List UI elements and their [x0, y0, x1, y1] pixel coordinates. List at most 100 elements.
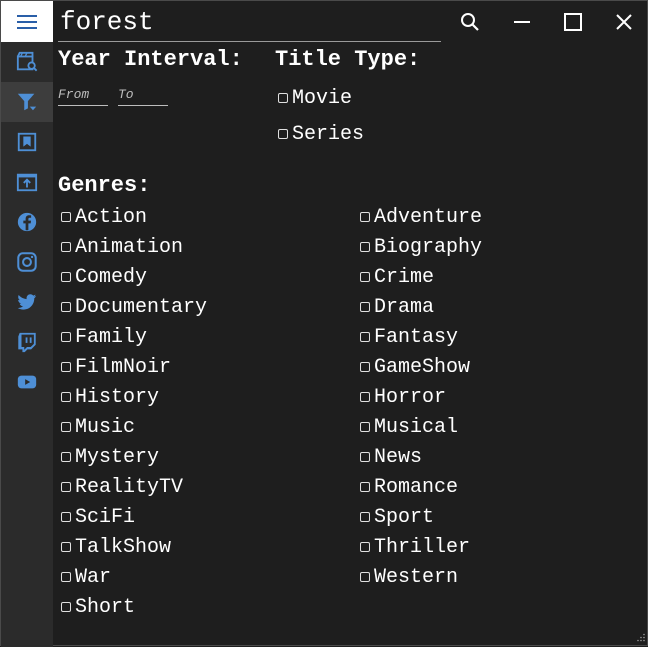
- sidebar-item-instagram[interactable]: [1, 242, 53, 282]
- title-type-label: Title Type:: [275, 47, 421, 72]
- year-from-field: [58, 85, 108, 106]
- genre-label: History: [75, 385, 160, 409]
- checkbox[interactable]: [360, 362, 370, 372]
- checkbox[interactable]: [61, 392, 71, 402]
- genre-checkbox-item[interactable]: FilmNoir: [61, 355, 171, 379]
- genre-checkbox-item[interactable]: Music: [61, 415, 135, 439]
- genre-checkbox-item[interactable]: TalkShow: [61, 535, 171, 559]
- genre-checkbox-item[interactable]: Action: [61, 205, 147, 229]
- instagram-icon: [17, 252, 37, 272]
- genre-label: Crime: [374, 265, 435, 289]
- genre-label: Animation: [75, 235, 184, 259]
- genre-checkbox-item[interactable]: Mystery: [61, 445, 159, 469]
- genre-checkbox-item[interactable]: Drama: [360, 295, 434, 319]
- title-type-series[interactable]: Series: [278, 122, 364, 146]
- checkbox[interactable]: [61, 482, 71, 492]
- minimize-button[interactable]: [504, 5, 540, 39]
- checkbox[interactable]: [61, 542, 71, 552]
- genre-label: Horror: [374, 385, 447, 409]
- sidebar-item-bookmarks[interactable]: [1, 122, 53, 162]
- resize-grip-icon[interactable]: [635, 633, 645, 643]
- export-icon: [16, 173, 38, 192]
- genre-checkbox-item[interactable]: Thriller: [360, 535, 470, 559]
- sidebar-item-twitch[interactable]: [1, 322, 53, 362]
- app-window: Year Interval: Title Type: Movie Series …: [0, 0, 648, 647]
- genre-checkbox-item[interactable]: Biography: [360, 235, 482, 259]
- genre-checkbox-item[interactable]: Fantasy: [360, 325, 458, 349]
- genre-label: SciFi: [75, 505, 136, 529]
- genre-checkbox-item[interactable]: Adventure: [360, 205, 482, 229]
- maximize-button[interactable]: [555, 5, 591, 39]
- genre-label: Musical: [374, 415, 459, 439]
- sidebar-item-facebook[interactable]: [1, 202, 53, 242]
- sidebar-item-export[interactable]: [1, 162, 53, 202]
- genre-checkbox-item[interactable]: RealityTV: [61, 475, 183, 499]
- genre-label: Biography: [374, 235, 483, 259]
- year-to-input[interactable]: [118, 85, 168, 104]
- search-input[interactable]: [58, 5, 442, 39]
- checkbox[interactable]: [360, 482, 370, 492]
- genre-checkbox-item[interactable]: Short: [61, 595, 135, 619]
- genre-label: News: [374, 445, 423, 469]
- checkbox[interactable]: [360, 512, 370, 522]
- genre-checkbox-item[interactable]: Romance: [360, 475, 458, 499]
- checkbox[interactable]: [278, 129, 288, 139]
- checkbox[interactable]: [61, 302, 71, 312]
- genre-label: Sport: [374, 505, 435, 529]
- checkbox[interactable]: [360, 392, 370, 402]
- checkbox[interactable]: [360, 272, 370, 282]
- genre-checkbox-item[interactable]: Family: [61, 325, 147, 349]
- checkbox[interactable]: [61, 362, 71, 372]
- genre-checkbox-item[interactable]: News: [360, 445, 422, 469]
- checkbox[interactable]: [61, 452, 71, 462]
- genre-checkbox-item[interactable]: Animation: [61, 235, 183, 259]
- genre-checkbox-item[interactable]: Horror: [360, 385, 446, 409]
- sidebar-item-twitter[interactable]: [1, 282, 53, 322]
- checkbox[interactable]: [360, 242, 370, 252]
- checkbox[interactable]: [61, 272, 71, 282]
- genre-checkbox-item[interactable]: History: [61, 385, 159, 409]
- checkbox[interactable]: [360, 332, 370, 342]
- checkbox[interactable]: [360, 452, 370, 462]
- checkbox[interactable]: [360, 542, 370, 552]
- title-type-movie[interactable]: Movie: [278, 86, 352, 110]
- search-icon: [461, 13, 479, 31]
- year-interval-label: Year Interval:: [58, 47, 243, 72]
- genre-checkbox-item[interactable]: Musical: [360, 415, 458, 439]
- genre-checkbox-item[interactable]: GameShow: [360, 355, 470, 379]
- genre-label: Music: [75, 415, 136, 439]
- genre-checkbox-item[interactable]: Western: [360, 565, 458, 589]
- genre-label: Family: [75, 325, 148, 349]
- checkbox[interactable]: [61, 242, 71, 252]
- checkbox[interactable]: [360, 302, 370, 312]
- close-button[interactable]: [606, 5, 642, 39]
- genre-label: Comedy: [75, 265, 148, 289]
- genre-checkbox-item[interactable]: War: [61, 565, 111, 589]
- checkbox[interactable]: [61, 212, 71, 222]
- checkbox[interactable]: [61, 602, 71, 612]
- bookmark-icon: [17, 132, 37, 152]
- year-from-input[interactable]: [58, 85, 108, 104]
- sidebar-item-youtube[interactable]: [1, 362, 53, 402]
- genre-checkbox-item[interactable]: SciFi: [61, 505, 135, 529]
- genre-label: FilmNoir: [75, 355, 172, 379]
- genre-checkbox-item[interactable]: Documentary: [61, 295, 207, 319]
- search-button[interactable]: [452, 5, 488, 39]
- genre-label: Fantasy: [374, 325, 459, 349]
- genre-checkbox-item[interactable]: Crime: [360, 265, 434, 289]
- checkbox[interactable]: [61, 572, 71, 582]
- sidebar-item-movie-search[interactable]: [1, 42, 53, 82]
- genre-label: Drama: [374, 295, 435, 319]
- maximize-icon: [564, 13, 582, 31]
- checkbox[interactable]: [61, 332, 71, 342]
- checkbox[interactable]: [360, 572, 370, 582]
- checkbox[interactable]: [278, 93, 288, 103]
- genre-checkbox-item[interactable]: Sport: [360, 505, 434, 529]
- checkbox[interactable]: [360, 422, 370, 432]
- genre-checkbox-item[interactable]: Comedy: [61, 265, 147, 289]
- checkbox[interactable]: [61, 422, 71, 432]
- checkbox[interactable]: [61, 512, 71, 522]
- sidebar-item-filter[interactable]: [1, 82, 53, 122]
- menu-button[interactable]: [1, 1, 53, 42]
- checkbox[interactable]: [360, 212, 370, 222]
